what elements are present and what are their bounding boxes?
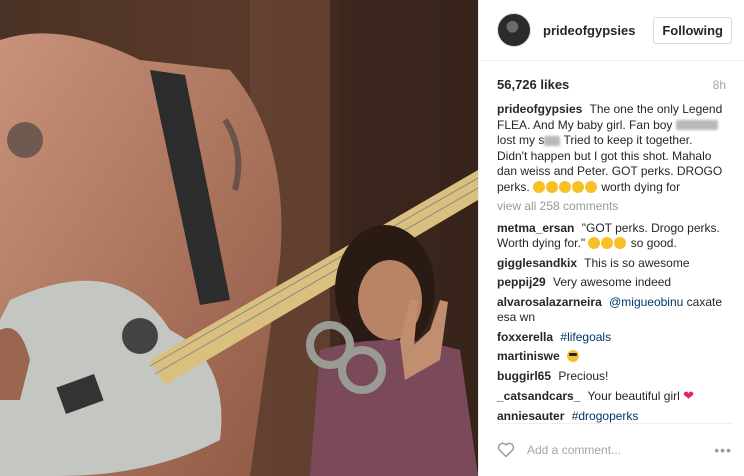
comment-text: Very awesome indeed <box>553 275 672 289</box>
comment-mention[interactable]: @migueobinu <box>609 295 683 309</box>
comment: metma_ersan "GOT perks. Drogo perks. Wor… <box>497 221 726 252</box>
comment-bar: ••• <box>497 423 732 476</box>
following-button[interactable]: Following <box>653 16 732 44</box>
emoji-icon <box>585 180 598 193</box>
post-time[interactable]: 8h <box>713 78 726 92</box>
comment-username[interactable]: peppij29 <box>497 275 546 289</box>
comment: foxxerella #lifegoals <box>497 330 726 346</box>
avatar[interactable] <box>497 13 531 47</box>
more-options-icon[interactable]: ••• <box>714 442 732 458</box>
photo-illustration <box>0 0 478 476</box>
censored-word <box>675 120 718 131</box>
emoji-icon <box>546 180 559 193</box>
caption-username[interactable]: prideofgypsies <box>497 102 582 116</box>
likes-count[interactable]: 56,726 likes <box>497 77 569 92</box>
emoji-icon <box>533 180 546 193</box>
instagram-post: prideofgypsies Following 56,726 likes 8h… <box>0 0 744 476</box>
censored-word <box>544 135 561 146</box>
view-all-comments-link[interactable]: view all 258 comments <box>497 199 726 215</box>
comment-username[interactable]: alvarosalazarneira <box>497 295 602 309</box>
post-sidebar: prideofgypsies Following 56,726 likes 8h… <box>478 0 744 476</box>
comment: anniesauter #drogoperks <box>497 409 726 425</box>
comment: martiniswe <box>497 349 726 365</box>
comment-hashtag[interactable]: #drogoperks <box>572 409 639 423</box>
emoji-icon <box>601 237 614 249</box>
emoji-icon <box>559 180 572 193</box>
comment-text: Precious! <box>558 368 609 383</box>
comment: _catsandcars_ Your beautiful girl ❤ <box>497 388 726 405</box>
comment-username[interactable]: metma_ersan <box>497 221 574 235</box>
comment-username[interactable]: _catsandcars_ <box>497 389 580 403</box>
comment: buggirl65 Precious! <box>497 369 726 385</box>
heart-emoji-icon: ❤ <box>683 388 695 403</box>
add-comment-input[interactable] <box>525 442 715 458</box>
comment-text: Your beautiful girl <box>587 389 680 403</box>
comment-username[interactable]: buggirl65 <box>497 369 551 383</box>
comment-hashtag[interactable]: #lifegoals <box>560 330 611 344</box>
post-photo[interactable] <box>0 0 478 476</box>
emoji-icon <box>588 237 601 249</box>
comment-username[interactable]: anniesauter <box>497 409 564 423</box>
comment-text: so good. <box>630 236 677 250</box>
comment-text: This is so awesome <box>584 255 690 270</box>
comment: gigglesandkix This is so awesome <box>497 256 726 272</box>
comment-username[interactable]: martiniswe <box>497 349 560 363</box>
comment-username[interactable]: foxxerella <box>497 330 553 344</box>
emoji-icon <box>572 180 585 193</box>
heart-icon[interactable] <box>497 442 515 458</box>
comment: alvarosalazarneira @migueobinu caxate es… <box>497 295 726 326</box>
post-username[interactable]: prideofgypsies <box>543 23 653 38</box>
comments-list: prideofgypsies The one the only Legend F… <box>479 98 744 424</box>
comment: peppij29 Very awesome indeed <box>497 275 726 291</box>
caption: prideofgypsies The one the only Legend F… <box>497 102 726 195</box>
caption-text: lost my s <box>497 133 545 147</box>
comment-username[interactable]: gigglesandkix <box>497 256 577 270</box>
emoji-icon <box>614 237 627 249</box>
post-meta: 56,726 likes 8h <box>479 61 744 98</box>
caption-text: worth dying for <box>601 179 681 194</box>
sunglasses-emoji-icon <box>567 350 580 362</box>
post-header: prideofgypsies Following <box>479 0 744 61</box>
